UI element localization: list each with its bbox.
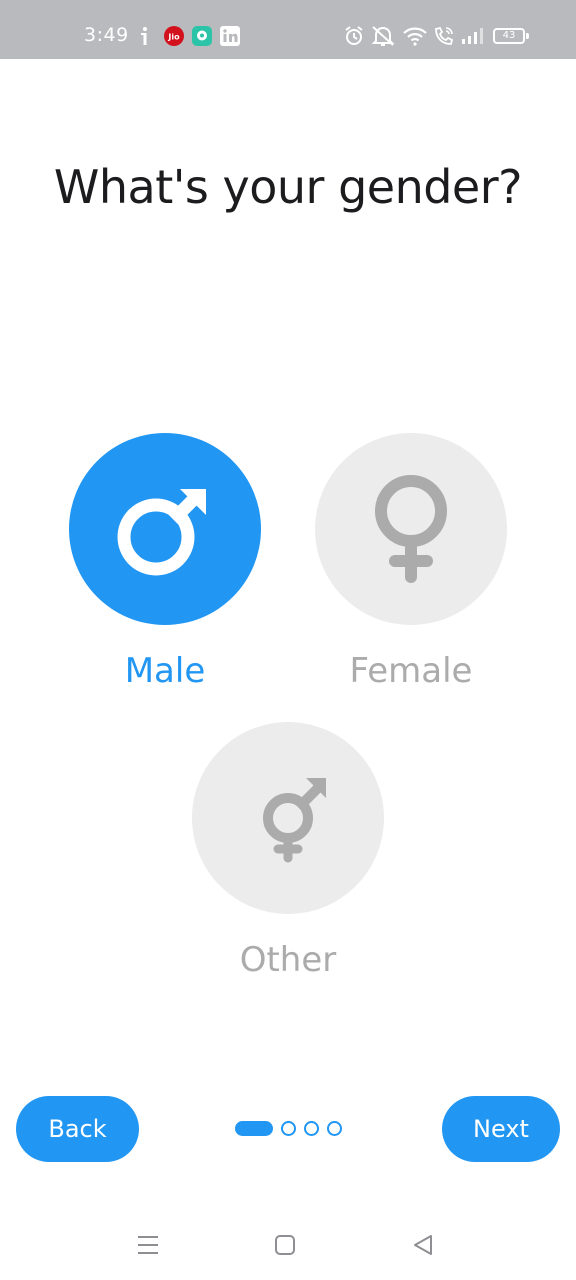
gender-label-female: Female	[349, 651, 473, 691]
chat-app-icon	[192, 26, 212, 46]
menu-icon[interactable]	[136, 1232, 160, 1258]
status-time: 3:49	[84, 24, 129, 46]
female-symbol-icon	[375, 475, 447, 583]
home-icon[interactable]	[273, 1232, 297, 1258]
battery-nub	[526, 33, 529, 39]
alarm-icon	[345, 26, 363, 45]
signal-icon	[462, 28, 483, 44]
back-triangle-icon[interactable]	[411, 1232, 435, 1258]
next-button[interactable]: Next	[442, 1096, 560, 1162]
page-dot	[304, 1121, 319, 1136]
male-symbol-icon	[117, 488, 206, 576]
gender-label-male: Male	[124, 651, 206, 691]
page-dot	[281, 1121, 296, 1136]
page-dot-active	[235, 1121, 273, 1136]
other-circle[interactable]	[192, 722, 384, 914]
info-icon	[141, 27, 147, 45]
mute-icon	[371, 26, 395, 46]
page-dot	[327, 1121, 342, 1136]
gender-option-female[interactable]: Female	[315, 433, 507, 691]
gender-option-male[interactable]: Male	[69, 433, 261, 691]
linkedin-icon	[220, 26, 240, 46]
transgender-symbol-icon	[263, 778, 326, 863]
female-circle[interactable]	[315, 433, 507, 625]
status-bar: 3:49 Jio 43	[0, 0, 576, 59]
page-title: What's your gender?	[53, 160, 523, 214]
svg-text:Jio: Jio	[167, 33, 180, 42]
back-button[interactable]: Back	[16, 1096, 139, 1162]
jio-app-icon: Jio	[164, 26, 184, 46]
male-circle[interactable]	[69, 433, 261, 625]
gender-label-other: Other	[239, 940, 337, 980]
wifi-calling-icon	[435, 26, 454, 45]
gender-option-other[interactable]: Other	[192, 722, 384, 980]
wifi-icon	[403, 27, 427, 46]
battery-icon: 43	[493, 28, 525, 44]
